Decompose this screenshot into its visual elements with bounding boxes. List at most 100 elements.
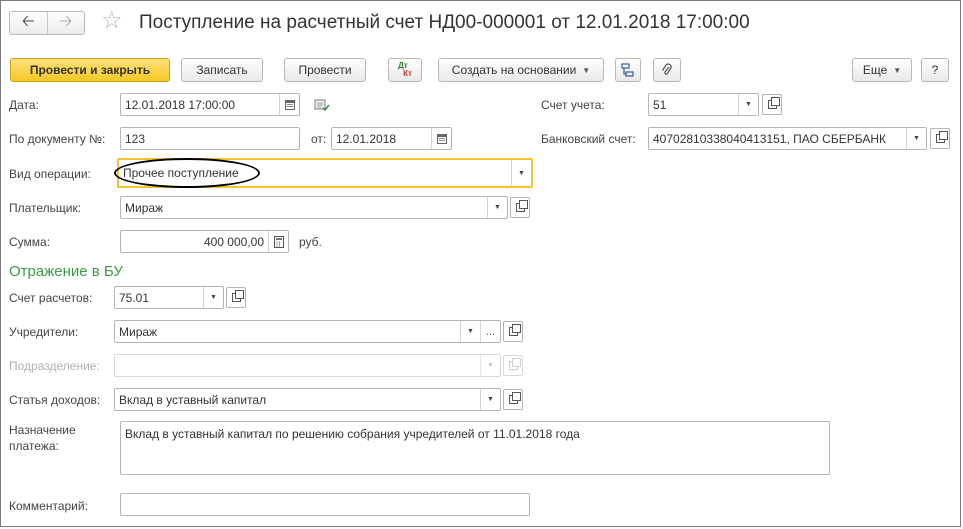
division-value bbox=[115, 355, 480, 376]
doc-date-value: 12.01.2018 bbox=[336, 131, 397, 146]
date-value: 12.01.2018 17:00:00 bbox=[125, 97, 236, 112]
founders-value: Мираж bbox=[119, 324, 158, 339]
calculator-button[interactable] bbox=[268, 231, 288, 252]
document-window: 🡠 🡢 ☆ Поступление на расчетный счет НД00… bbox=[0, 0, 961, 527]
attach-files-button[interactable] bbox=[653, 58, 681, 82]
calendar-icon bbox=[436, 133, 447, 144]
arrow-left-icon: 🡠 bbox=[21, 12, 35, 30]
settlement-account-field[interactable]: 75.01 ▼ bbox=[114, 286, 224, 309]
accounting-section-title: Отражение в БУ bbox=[9, 263, 123, 280]
date-field[interactable]: 12.01.2018 17:00:00 bbox=[120, 93, 300, 116]
chevron-down-icon[interactable]: ▼ bbox=[738, 94, 758, 115]
doc-number-field[interactable]: 123 bbox=[120, 127, 300, 150]
dt-kt-button[interactable]: Дт Кт bbox=[388, 58, 422, 82]
open-icon bbox=[508, 324, 521, 336]
page-title: Поступление на расчетный счет НД00-00000… bbox=[139, 12, 750, 33]
amount-field[interactable]: 400 000,00 bbox=[120, 230, 289, 253]
chevron-down-icon[interactable]: ▼ bbox=[487, 197, 507, 218]
open-bank-account-button[interactable] bbox=[930, 128, 950, 149]
chevron-down-icon[interactable]: ▼ bbox=[511, 160, 531, 186]
payer-value: Мираж bbox=[125, 200, 164, 215]
doc-number-value: 123 bbox=[125, 131, 146, 146]
currency-label: руб. bbox=[299, 235, 322, 249]
arrow-right-icon: 🡢 bbox=[59, 12, 73, 30]
chevron-down-icon[interactable]: ▼ bbox=[203, 287, 223, 308]
more-label: Еще bbox=[862, 63, 888, 77]
calendar-icon bbox=[284, 99, 295, 110]
document-check-icon[interactable] bbox=[314, 97, 330, 113]
create-based-on-label: Создать на основании bbox=[451, 63, 577, 77]
account-field[interactable]: 51 ▼ bbox=[648, 93, 759, 116]
open-account-button[interactable] bbox=[762, 94, 782, 115]
settlement-account-value: 75.01 bbox=[119, 290, 150, 305]
account-label: Счет учета: bbox=[541, 98, 605, 112]
open-income-item-button[interactable] bbox=[503, 389, 523, 410]
post-and-close-button[interactable]: Провести и закрыть bbox=[10, 58, 170, 82]
doc-number-label: По документу №: bbox=[9, 132, 106, 146]
hierarchy-icon bbox=[621, 63, 634, 77]
comment-value bbox=[121, 494, 529, 515]
paperclip-icon bbox=[661, 63, 672, 75]
open-icon bbox=[508, 358, 521, 370]
calculator-icon bbox=[273, 235, 284, 248]
settlement-account-label: Счет расчетов: bbox=[9, 291, 93, 305]
save-button[interactable]: Записать bbox=[181, 58, 263, 82]
comment-field[interactable] bbox=[120, 493, 530, 516]
open-icon bbox=[231, 290, 244, 302]
calendar-button[interactable] bbox=[279, 94, 299, 115]
kt-text: Кт bbox=[403, 69, 412, 78]
navigation-group: 🡠 🡢 bbox=[9, 11, 85, 35]
operation-value: Прочее поступление bbox=[123, 166, 239, 180]
operation-label: Вид операции: bbox=[9, 167, 91, 181]
purpose-label-line1: Назначение bbox=[9, 423, 76, 437]
purpose-textarea[interactable]: Вклад в уставный капитал по решению собр… bbox=[120, 421, 830, 475]
chevron-down-icon: ▼ bbox=[893, 65, 902, 75]
open-founders-button[interactable] bbox=[503, 321, 523, 342]
forward-button[interactable]: 🡢 bbox=[46, 12, 85, 34]
founders-label: Учредители: bbox=[9, 325, 79, 339]
income-item-field[interactable]: Вклад в уставный капитал ▼ bbox=[114, 388, 501, 411]
open-icon bbox=[935, 131, 948, 143]
open-division-button bbox=[503, 355, 523, 376]
bank-account-label: Банковский счет: bbox=[541, 132, 636, 146]
calendar-button[interactable] bbox=[431, 128, 451, 149]
open-icon bbox=[508, 392, 521, 404]
amount-value: 400 000,00 bbox=[203, 234, 264, 249]
payer-field[interactable]: Мираж ▼ bbox=[120, 196, 508, 219]
create-based-on-button[interactable]: Создать на основании ▼ bbox=[438, 58, 604, 82]
open-icon bbox=[767, 97, 780, 109]
chevron-down-icon: ▼ bbox=[582, 65, 591, 75]
division-label: Подразделение: bbox=[9, 359, 100, 373]
bank-account-field[interactable]: 40702810338040413151, ПАО СБЕРБАНК ▼ bbox=[648, 127, 927, 150]
income-item-value: Вклад в уставный капитал bbox=[119, 392, 267, 407]
list-check-icon bbox=[314, 99, 330, 112]
chevron-down-icon[interactable]: ▼ bbox=[906, 128, 926, 149]
purpose-label-line2: платежа: bbox=[9, 439, 59, 453]
chevron-down-icon[interactable]: ▼ bbox=[480, 389, 500, 410]
amount-label: Сумма: bbox=[9, 235, 51, 249]
doc-date-label: от: bbox=[311, 132, 327, 146]
chevron-down-icon: ▼ bbox=[480, 355, 500, 376]
bank-account-value: 40702810338040413151, ПАО СБЕРБАНК bbox=[653, 131, 886, 146]
income-item-label: Статья доходов: bbox=[9, 393, 101, 407]
star-icon[interactable]: ☆ bbox=[101, 9, 123, 33]
dt-kt-icon: Дт Кт bbox=[398, 62, 412, 78]
division-field: ▼ bbox=[114, 354, 501, 377]
select-ellipsis-button[interactable]: ... bbox=[480, 321, 500, 342]
open-icon bbox=[515, 200, 528, 212]
account-value: 51 bbox=[653, 97, 667, 112]
back-button[interactable]: 🡠 bbox=[10, 12, 47, 34]
help-button[interactable]: ? bbox=[921, 58, 949, 82]
doc-date-field[interactable]: 12.01.2018 bbox=[331, 127, 452, 150]
open-payer-button[interactable] bbox=[510, 197, 530, 218]
post-button[interactable]: Провести bbox=[284, 58, 366, 82]
more-button[interactable]: Еще ▼ bbox=[852, 58, 912, 82]
founders-field[interactable]: Мираж ▼ ... bbox=[114, 320, 501, 343]
payer-label: Плательщик: bbox=[9, 201, 82, 215]
date-label: Дата: bbox=[9, 98, 39, 112]
operation-field[interactable]: Прочее поступление ▼ bbox=[117, 158, 533, 188]
structure-button[interactable] bbox=[615, 58, 641, 82]
comment-label: Комментарий: bbox=[9, 499, 88, 513]
chevron-down-icon[interactable]: ▼ bbox=[460, 321, 480, 342]
open-settlement-account-button[interactable] bbox=[226, 287, 246, 308]
